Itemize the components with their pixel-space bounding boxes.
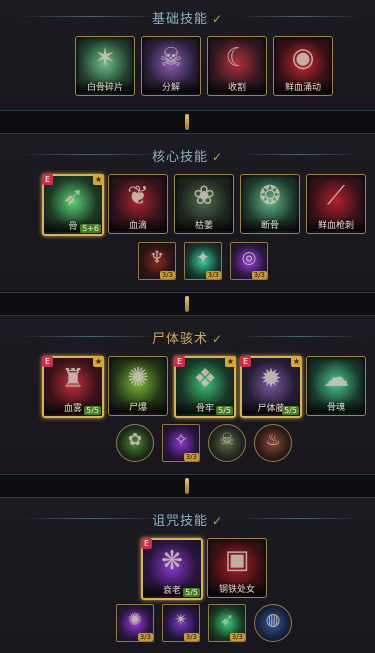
check-icon: ✓ <box>211 514 224 528</box>
modifier-flesh-icon: ♨ <box>265 430 281 450</box>
blood-drop-icon: ❦ <box>127 181 149 211</box>
star-icon: ★ <box>291 356 302 367</box>
bone-prison-icon: ❖ <box>193 364 217 394</box>
broken-bone-icon: ❂ <box>259 181 281 211</box>
check-icon: ✓ <box>211 150 224 164</box>
check-icon: ✓ <box>211 12 224 26</box>
enhanced-badge: E <box>174 356 185 367</box>
corpse-modifier-3[interactable]: ☠ <box>208 424 246 462</box>
enhanced-badge: E <box>42 174 53 185</box>
star-icon: ★ <box>93 356 104 367</box>
blight-icon: ❀ <box>193 181 215 211</box>
curse-modifier-1[interactable]: ✺ 3/3 <box>116 604 154 642</box>
skill-bone-spirit[interactable]: ☁ 骨魂 <box>306 356 366 416</box>
curse-modifier-3[interactable]: ➶ 3/3 <box>208 604 246 642</box>
corpse-tendrils-icon: ✹ <box>260 364 282 394</box>
blood-surge-icon: ◉ <box>291 43 315 73</box>
skill-reap[interactable]: ☾ 收割 <box>207 36 267 96</box>
curse-skills-title: 诅咒技能 ✓ <box>151 514 224 529</box>
modifier-violet-icon: ✧ <box>173 430 189 450</box>
modifier-purple-icon: ✺ <box>127 610 143 630</box>
skill-iron-maiden[interactable]: ▣ 钢铁处女 <box>207 538 267 598</box>
decompose-icon: ☠ <box>159 43 183 73</box>
section-connector <box>0 474 375 498</box>
blood-lance-icon: ⟋ <box>326 181 346 211</box>
blood-mist-icon: ♜ <box>61 364 85 394</box>
skill-decrepify[interactable]: ❋ 衰老 5/5 E <box>141 538 203 600</box>
curse-modifier-2[interactable]: ✴ 3/3 <box>162 604 200 642</box>
basic-skills-section: 基础技能 ✓ ✶ 白骨碎片 ☠ 分解 ☾ 收割 ◉ 鲜血涌动 <box>0 0 375 108</box>
skill-corpse-explosion[interactable]: ✺ 尸爆 <box>108 356 168 416</box>
modifier-red-icon: ♆ <box>149 248 165 268</box>
skill-bone-spear[interactable]: ➶ 骨 5+6 E ★ <box>42 174 104 236</box>
skill-blood-surge[interactable]: ◉ 鲜血涌动 <box>273 36 333 96</box>
section-connector <box>0 292 375 316</box>
skill-bone-splinters[interactable]: ✶ 白骨碎片 <box>75 36 135 96</box>
core-skills-section: 核心技能 ✓ ➶ 骨 5+6 E ★ ❦ 血滴 ❀ 枯萎 ❂ 断骨 ⟋ 鲜血枪刺 … <box>0 134 375 290</box>
skill-blood-drop[interactable]: ❦ 血滴 <box>108 174 168 234</box>
star-icon: ★ <box>225 356 236 367</box>
skill-bone-prison[interactable]: ❖ 骨牢 5/5 E ★ <box>174 356 236 418</box>
modifier-green-icon: ➶ <box>219 610 235 630</box>
skill-decompose[interactable]: ☠ 分解 <box>141 36 201 96</box>
skill-blood-lance[interactable]: ⟋ 鲜血枪刺 <box>306 174 366 234</box>
corpse-modifier-4[interactable]: ♨ <box>254 424 292 462</box>
section-connector <box>0 110 375 134</box>
core-modifier-3[interactable]: ◎ 3/3 <box>230 242 268 280</box>
skill-blood-mist[interactable]: ♜ 血雾 5/5 E ★ <box>42 356 104 418</box>
bone-splinters-icon: ✶ <box>94 43 116 73</box>
core-modifier-2[interactable]: ✦ 3/3 <box>184 242 222 280</box>
skill-broken-bone[interactable]: ❂ 断骨 <box>240 174 300 234</box>
curse-modifier-4[interactable]: ◍ <box>254 604 292 642</box>
check-icon: ✓ <box>211 332 224 346</box>
enhanced-badge: E <box>141 538 152 549</box>
bone-spirit-icon: ☁ <box>323 363 349 393</box>
skill-blight[interactable]: ❀ 枯萎 <box>174 174 234 234</box>
corpse-explosion-icon: ✺ <box>127 363 149 393</box>
decrepify-icon: ❋ <box>161 546 183 576</box>
corpse-skills-section: 尸体骇术 ✓ ♜ 血雾 5/5 E ★ ✺ 尸爆 ❖ 骨牢 5/5 E ★ ✹ 尸… <box>0 316 375 472</box>
reap-icon: ☾ <box>225 43 249 73</box>
star-icon: ★ <box>93 174 104 185</box>
basic-skills-title: 基础技能 ✓ <box>151 12 224 27</box>
curse-skills-section: 诅咒技能 ✓ ❋ 衰老 5/5 E ▣ 钢铁处女 ✺ 3/3 ✴ 3/3 ➶ 3/… <box>0 498 375 653</box>
modifier-violet-icon: ✴ <box>173 610 189 630</box>
core-modifier-1[interactable]: ♆ 3/3 <box>138 242 176 280</box>
iron-maiden-icon: ▣ <box>224 545 250 575</box>
corpse-skills-title: 尸体骇术 ✓ <box>151 332 224 347</box>
modifier-purple-icon: ◎ <box>241 248 257 268</box>
skill-corpse-tendrils[interactable]: ✹ 尸体藤 5/5 E ★ <box>240 356 302 418</box>
corpse-modifier-2[interactable]: ✧ 3/3 <box>162 424 200 462</box>
modifier-green-icon: ✿ <box>127 430 143 450</box>
modifier-teal-icon: ✦ <box>195 248 211 268</box>
corpse-modifier-1[interactable]: ✿ <box>116 424 154 462</box>
enhanced-badge: E <box>42 356 53 367</box>
bone-spear-icon: ➶ <box>62 182 84 212</box>
modifier-skeleton-icon: ☠ <box>219 430 235 450</box>
enhanced-badge: E <box>240 356 251 367</box>
core-skills-title: 核心技能 ✓ <box>151 150 224 165</box>
modifier-blue-icon: ◍ <box>265 610 281 630</box>
